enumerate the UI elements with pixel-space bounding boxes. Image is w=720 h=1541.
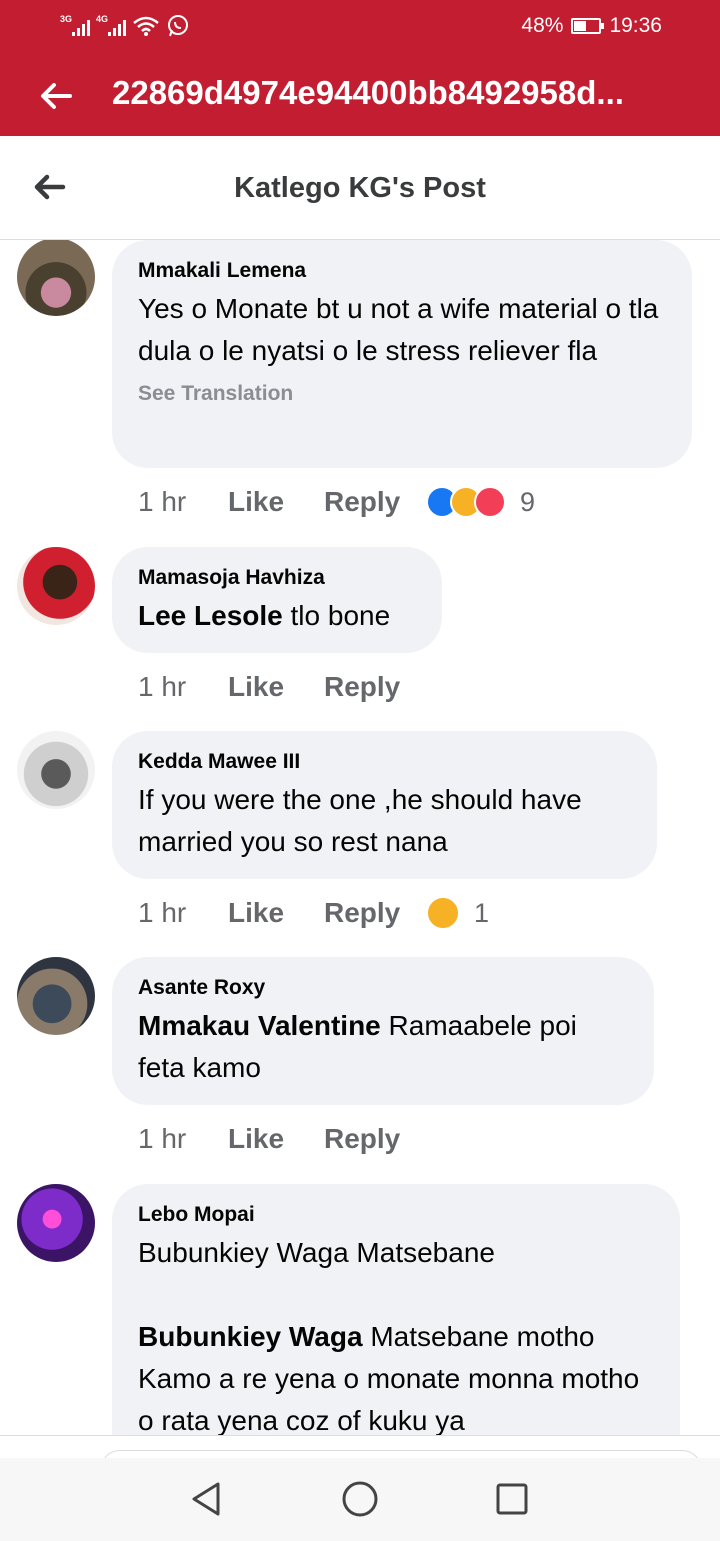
signal-4g-icon: 4G — [96, 14, 126, 38]
wifi-icon — [133, 16, 159, 36]
status-bar: 3G 4G 48% 19:36 — [0, 0, 720, 54]
comment-author[interactable]: Kedda Mawee III — [138, 749, 631, 775]
status-right: 48% 19:36 — [521, 14, 662, 38]
comment-text: Mmakau Valentine Ramaabele poi feta kamo — [138, 1005, 628, 1089]
reaction-summary[interactable]: 9 — [426, 486, 535, 518]
comment-bubble[interactable]: Mmakali Lemena Yes o Monate bt u not a w… — [112, 240, 692, 468]
comment-author[interactable]: Lebo Mopai — [138, 1202, 654, 1228]
nav-home-icon[interactable] — [339, 1478, 381, 1520]
comment-bubble[interactable]: Kedda Mawee III If you were the one ,he … — [112, 731, 657, 879]
reply-button[interactable]: Reply — [324, 1123, 426, 1155]
app-bar-title: 22869d4974e94400bb8492958d... — [112, 74, 624, 111]
reply-button[interactable]: Reply — [324, 897, 426, 929]
network-type-2: 4G — [96, 14, 109, 24]
comments-list: Mmakali Lemena Yes o Monate bt u not a w… — [0, 240, 720, 1435]
back-arrow-icon[interactable] — [36, 76, 76, 116]
clock: 19:36 — [609, 14, 662, 37]
avatar[interactable] — [17, 1184, 95, 1262]
mention-link[interactable]: Lee Lesole — [138, 600, 283, 631]
see-translation-link[interactable]: See Translation — [138, 382, 666, 406]
status-icons: 3G 4G — [60, 14, 190, 38]
comment-bubble[interactable]: Mamasoja Havhiza Lee Lesole tlo bone — [112, 547, 442, 653]
care-reaction-icon — [426, 896, 460, 930]
like-button[interactable]: Like — [228, 671, 324, 703]
comment-time: 1 hr — [138, 1123, 187, 1154]
avatar[interactable] — [17, 731, 95, 809]
comment-text-rest: tlo bone — [282, 600, 391, 631]
whatsapp-icon — [168, 15, 188, 37]
comment-bubble[interactable]: Asante Roxy Mmakau Valentine Ramaabele p… — [112, 957, 654, 1105]
system-nav-bar — [0, 1458, 720, 1541]
comment-time: 1 hr — [138, 671, 187, 702]
love-reaction-icon — [474, 486, 506, 518]
comment-author[interactable]: Mmakali Lemena — [138, 258, 666, 284]
mention-link[interactable]: Bubunkiey Waga — [138, 1321, 363, 1352]
post-header: Katlego KG's Post — [0, 136, 720, 240]
reply-button[interactable]: Reply — [324, 671, 426, 703]
comment-actions: 1 hr Like Reply — [138, 1119, 426, 1159]
comment-text-line1: Bubunkiey Waga Matsebane — [138, 1237, 495, 1268]
comment-text: Bubunkiey Waga Matsebane Bubunkiey Waga M… — [138, 1232, 654, 1435]
comment-time: 1 hr — [138, 897, 187, 928]
avatar[interactable] — [17, 547, 95, 625]
nav-recents-icon[interactable] — [491, 1478, 533, 1520]
comment-text: Yes o Monate bt u not a wife material o … — [138, 293, 659, 366]
mention-link[interactable]: Mmakau Valentine — [138, 1010, 381, 1041]
comment-actions: 1 hr Like Reply — [138, 667, 426, 707]
comment-author[interactable]: Asante Roxy — [138, 975, 628, 1001]
nav-back-icon[interactable] — [186, 1478, 228, 1520]
battery-icon — [571, 18, 605, 34]
avatar[interactable] — [17, 957, 95, 1035]
reaction-count: 9 — [520, 486, 536, 517]
comment-text: If you were the one ,he should have marr… — [138, 784, 582, 857]
battery-percent: 48% — [521, 14, 564, 37]
reaction-count: 1 — [474, 897, 490, 928]
comment-bubble[interactable]: Lebo Mopai Bubunkiey Waga Matsebane Bubun… — [112, 1184, 680, 1435]
post-title: Katlego KG's Post — [234, 172, 486, 204]
comment-actions: 1 hr Like Reply 9 — [138, 482, 535, 522]
comment-actions: 1 hr Like Reply 1 — [138, 893, 489, 933]
reply-button[interactable]: Reply — [324, 486, 426, 518]
like-button[interactable]: Like — [228, 1123, 324, 1155]
app-bar: 22869d4974e94400bb8492958d... — [0, 54, 720, 136]
divider — [0, 1435, 720, 1436]
like-button[interactable]: Like — [228, 897, 324, 929]
like-button[interactable]: Like — [228, 486, 324, 518]
comment-author[interactable]: Mamasoja Havhiza — [138, 565, 416, 591]
reaction-summary[interactable]: 1 — [426, 896, 489, 930]
avatar[interactable] — [17, 240, 95, 316]
signal-3g-icon: 3G — [60, 14, 90, 38]
comment-time: 1 hr — [138, 486, 187, 517]
comment-text: Lee Lesole tlo bone — [138, 595, 416, 637]
network-type-1: 3G — [60, 14, 73, 24]
